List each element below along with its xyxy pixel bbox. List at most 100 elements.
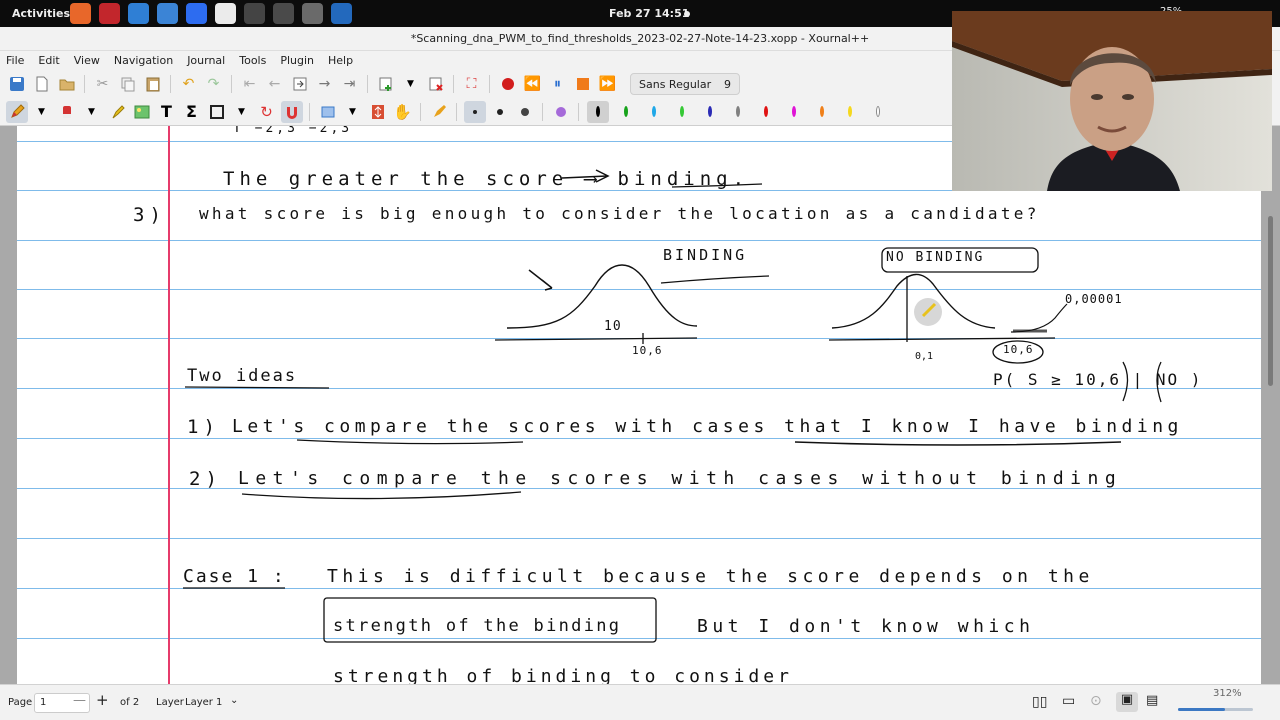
next-page-icon[interactable]: →	[314, 73, 336, 95]
color-dot	[596, 106, 600, 117]
files-icon[interactable]	[157, 3, 178, 24]
menu-edit[interactable]: Edit	[38, 54, 59, 67]
rewind-icon[interactable]: ⏪	[522, 73, 544, 95]
layer-label: Layer	[156, 697, 184, 708]
clock[interactable]: Feb 27 14:51	[609, 7, 689, 20]
magnet-icon[interactable]	[280, 100, 303, 123]
delete-page-icon[interactable]	[425, 73, 447, 95]
paste-icon[interactable]	[142, 73, 164, 95]
page-increment-icon[interactable]: +	[96, 691, 109, 709]
vertical-scrollbar[interactable]	[1268, 216, 1273, 386]
cut-icon[interactable]: ✂	[92, 73, 114, 95]
zoom-page-icon[interactable]: ▤	[1146, 693, 1158, 708]
system-icon[interactable]	[244, 3, 265, 24]
menu-help[interactable]: Help	[328, 54, 353, 67]
select-dropdown-icon[interactable]: ▼	[342, 101, 364, 123]
shape-tool-icon[interactable]	[206, 101, 228, 123]
layer-select[interactable]: Layer 1	[185, 697, 222, 708]
r-icon[interactable]	[331, 3, 352, 24]
record-icon[interactable]	[497, 73, 519, 95]
zoom-fit-icon[interactable]: ⊙	[1090, 693, 1102, 709]
highlighter-tool-icon[interactable]	[106, 101, 128, 123]
color-swatch[interactable]	[671, 101, 693, 123]
zoom-slider[interactable]	[1178, 708, 1253, 711]
default-tool-icon[interactable]	[428, 101, 450, 123]
pen-tool-icon[interactable]	[5, 100, 28, 123]
undo-icon[interactable]: ↶	[178, 73, 200, 95]
canvas-area[interactable]: T −2,3 −2,3 The greater the score ⟶ bind…	[0, 126, 1280, 684]
font-size: 9	[724, 77, 731, 91]
document-icon[interactable]	[128, 3, 149, 24]
select-rect-icon[interactable]	[317, 101, 339, 123]
color-swatch[interactable]	[699, 101, 721, 123]
go-to-page-icon[interactable]	[289, 73, 311, 95]
shape-recognizer-icon[interactable]: ↻	[256, 101, 278, 123]
stop-icon[interactable]	[572, 73, 594, 95]
notification-dot	[684, 11, 690, 17]
text-editor-icon[interactable]	[215, 3, 236, 24]
color-dot	[624, 106, 628, 117]
image-tool-icon[interactable]	[131, 101, 153, 123]
menu-view[interactable]: View	[74, 54, 100, 67]
fill-icon[interactable]	[550, 101, 572, 123]
color-swatch[interactable]	[643, 101, 665, 123]
color-dot	[876, 106, 880, 117]
color-dot	[680, 106, 684, 117]
page-decrement-icon[interactable]: —	[73, 693, 86, 708]
color-palette	[584, 100, 892, 123]
menu-tools[interactable]: Tools	[239, 54, 266, 67]
firefox-icon[interactable]	[70, 3, 91, 24]
insert-page-icon[interactable]	[375, 73, 397, 95]
fast-forward-icon[interactable]: ⏩	[597, 73, 619, 95]
media-icon[interactable]	[99, 3, 120, 24]
hand-tool-icon[interactable]: ✋	[392, 101, 414, 123]
shape-dropdown-icon[interactable]: ▼	[231, 101, 253, 123]
redo-icon[interactable]: ↷	[203, 73, 225, 95]
menu-plugin[interactable]: Plugin	[280, 54, 314, 67]
color-swatch[interactable]	[867, 101, 889, 123]
font-selector[interactable]: Sans Regular 9	[630, 73, 740, 95]
menu-file[interactable]: File	[6, 54, 24, 67]
color-swatch[interactable]	[727, 101, 749, 123]
first-page-icon[interactable]: ⇤	[239, 73, 261, 95]
eraser-tool-icon[interactable]	[56, 101, 78, 123]
font-name: Sans Regular	[639, 77, 712, 91]
tools-icon[interactable]	[273, 3, 294, 24]
pause-icon[interactable]: ⏸	[547, 73, 569, 95]
text-tool-icon[interactable]: T	[156, 101, 178, 123]
thin-stroke-icon[interactable]	[463, 100, 486, 123]
previous-page-icon[interactable]: ←	[264, 73, 286, 95]
color-swatch[interactable]	[783, 101, 805, 123]
page-total: of 2	[120, 697, 140, 708]
vertical-space-icon[interactable]	[367, 101, 389, 123]
zoom-100-icon[interactable]: ▣	[1116, 692, 1138, 712]
color-swatch[interactable]	[811, 101, 833, 123]
app-launchers	[70, 3, 352, 24]
zoom-icon[interactable]	[186, 3, 207, 24]
menu-navigation[interactable]: Navigation	[114, 54, 173, 67]
copy-icon[interactable]	[117, 73, 139, 95]
activities-button[interactable]: Activities	[12, 7, 70, 20]
eraser-dropdown-icon[interactable]: ▼	[81, 101, 103, 123]
color-swatch[interactable]	[755, 101, 777, 123]
thick-stroke-icon[interactable]	[514, 101, 536, 123]
presentation-icon[interactable]: ▭	[1062, 693, 1075, 709]
color-dot	[764, 106, 768, 117]
color-swatch[interactable]	[587, 100, 609, 123]
menu-journal[interactable]: Journal	[187, 54, 225, 67]
save-icon[interactable]	[6, 73, 28, 95]
math-tool-icon[interactable]: Σ	[181, 101, 203, 123]
open-folder-icon[interactable]	[56, 73, 78, 95]
two-pages-icon[interactable]: ▯▯	[1032, 694, 1047, 710]
color-swatch[interactable]	[615, 101, 637, 123]
fullscreen-icon[interactable]: ⛶	[461, 73, 483, 95]
settings-icon[interactable]	[302, 3, 323, 24]
pen-dropdown-icon[interactable]: ▼	[31, 101, 53, 123]
new-document-icon[interactable]	[31, 73, 53, 95]
color-swatch[interactable]	[839, 101, 861, 123]
note-page[interactable]: T −2,3 −2,3 The greater the score ⟶ bind…	[17, 126, 1261, 684]
dropdown-arrow-icon[interactable]: ▼	[400, 73, 422, 95]
layer-dropdown-icon[interactable]: ⌄	[230, 695, 238, 706]
medium-stroke-icon[interactable]	[489, 101, 511, 123]
last-page-icon[interactable]: ⇥	[339, 73, 361, 95]
